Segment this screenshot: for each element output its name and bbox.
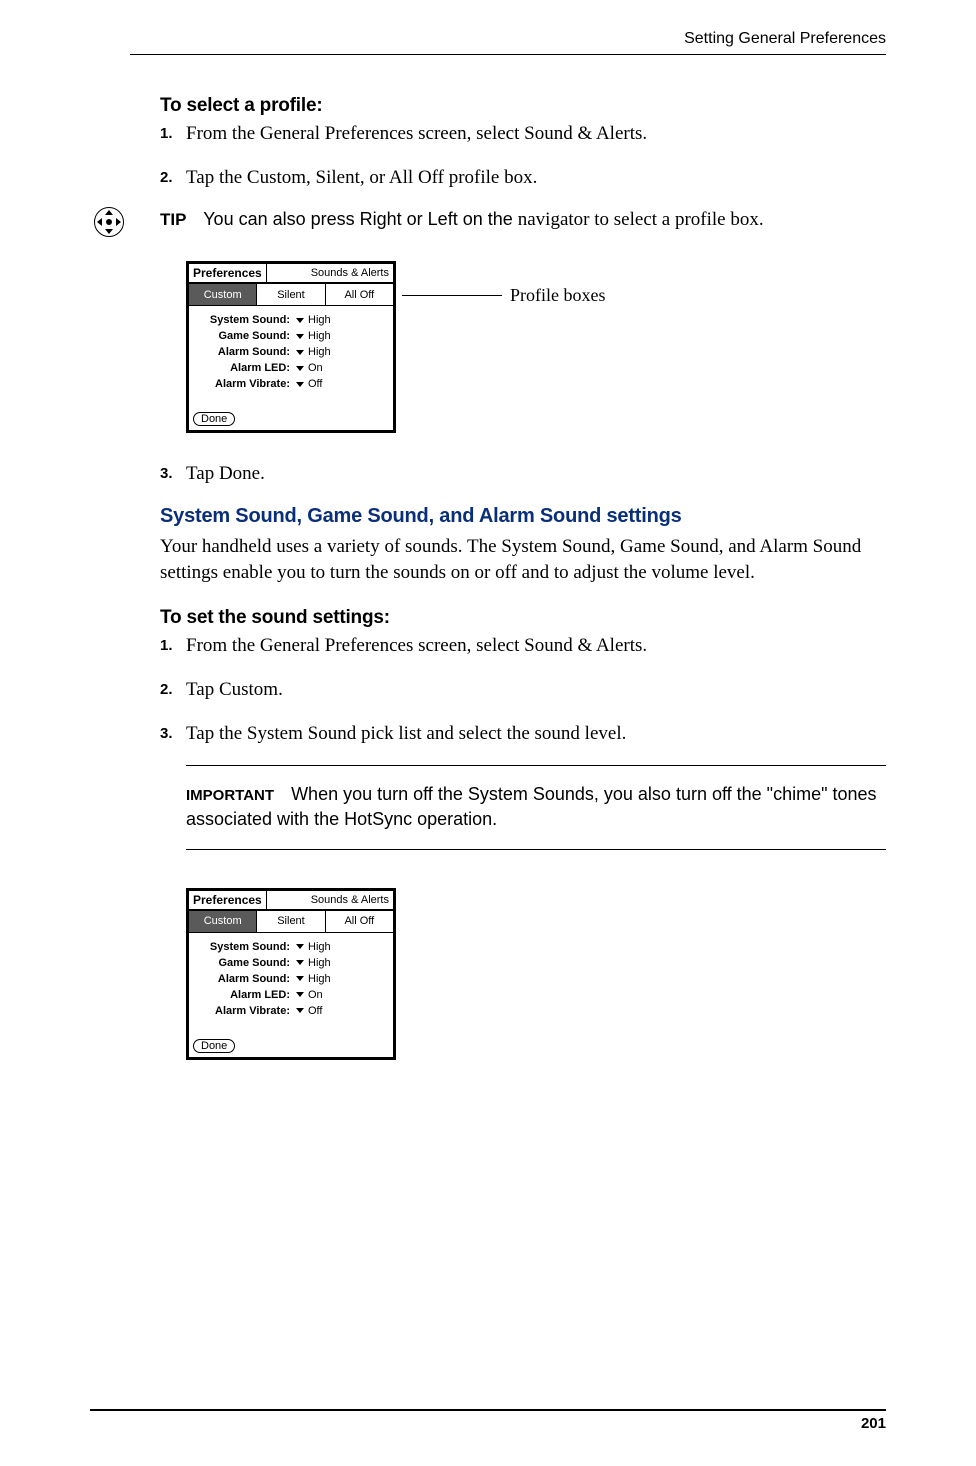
dropdown-icon[interactable] [296,992,304,997]
setting-label: Game Sound: [195,330,290,342]
setting-value[interactable]: High [308,973,331,985]
dropdown-icon[interactable] [296,350,304,355]
running-header: Setting General Preferences [130,30,886,55]
setting-value[interactable]: High [308,957,331,969]
callout-profile-boxes: Profile boxes [402,285,605,306]
important-note: IMPORTANT When you turn off the System S… [186,765,886,849]
procedure-heading-set-sound: To set the sound settings: [160,607,886,629]
done-button[interactable]: Done [193,412,235,426]
dropdown-icon[interactable] [296,976,304,981]
important-text: When you turn off the System Sounds, you… [186,784,877,829]
step-number: 2. [160,165,186,191]
setting-value[interactable]: Off [308,1005,322,1017]
tab-silent[interactable]: Silent [257,911,325,932]
setting-value[interactable]: On [308,362,323,374]
navigator-icon [94,207,124,237]
section-heading-sound-settings: System Sound, Game Sound, and Alarm Soun… [160,505,886,528]
step-number: 3. [160,721,186,747]
tab-all-off[interactable]: All Off [326,284,393,305]
setting-label: Alarm Sound: [195,346,290,358]
tip-label: TIP [160,210,186,229]
dropdown-icon[interactable] [296,960,304,965]
tab-custom[interactable]: Custom [189,911,257,932]
setting-label: Alarm Vibrate: [195,378,290,390]
section-paragraph: Your handheld uses a variety of sounds. … [160,534,886,585]
step-text: Tap Done. [186,461,886,487]
step-number: 2. [160,677,186,703]
dropdown-icon[interactable] [296,366,304,371]
mockup-screen-title: Sounds & Alerts [267,894,393,906]
tab-custom[interactable]: Custom [189,284,257,305]
dropdown-icon[interactable] [296,318,304,323]
mockup-app-title: Preferences [189,264,267,282]
dropdown-icon[interactable] [296,944,304,949]
screenshot-sounds-alerts-2: Preferences Sounds & Alerts Custom Silen… [186,888,396,1060]
setting-label: Alarm Vibrate: [195,1005,290,1017]
setting-value[interactable]: Off [308,378,322,390]
dropdown-icon[interactable] [296,334,304,339]
step-text: From the General Preferences screen, sel… [186,633,886,659]
step-number: 3. [160,461,186,487]
step-number: 1. [160,633,186,659]
setting-value[interactable]: High [308,314,331,326]
tab-silent[interactable]: Silent [257,284,325,305]
important-label: IMPORTANT [186,787,274,804]
step-text: Tap the Custom, Silent, or All Off profi… [186,165,886,191]
procedure-heading-select-profile: To select a profile: [160,95,886,117]
step-text: Tap the System Sound pick list and selec… [186,721,886,747]
setting-label: System Sound: [195,314,290,326]
setting-value[interactable]: High [308,941,331,953]
dropdown-icon[interactable] [296,382,304,387]
screenshot-sounds-alerts: Preferences Sounds & Alerts Custom Silen… [186,261,396,433]
setting-label: Alarm LED: [195,362,290,374]
tip-text: TIP You can also press Right or Left on … [160,209,764,231]
setting-label: Alarm LED: [195,989,290,1001]
mockup-app-title: Preferences [189,891,267,909]
step-number: 1. [160,121,186,147]
setting-value[interactable]: High [308,346,331,358]
page-footer: 201 [90,1409,886,1432]
tab-all-off[interactable]: All Off [326,911,393,932]
setting-label: Game Sound: [195,957,290,969]
page-number: 201 [861,1415,886,1432]
step-text: From the General Preferences screen, sel… [186,121,886,147]
setting-value[interactable]: On [308,989,323,1001]
setting-label: System Sound: [195,941,290,953]
done-button[interactable]: Done [193,1039,235,1053]
mockup-screen-title: Sounds & Alerts [267,267,393,279]
setting-value[interactable]: High [308,330,331,342]
setting-label: Alarm Sound: [195,973,290,985]
dropdown-icon[interactable] [296,1008,304,1013]
step-text: Tap Custom. [186,677,886,703]
